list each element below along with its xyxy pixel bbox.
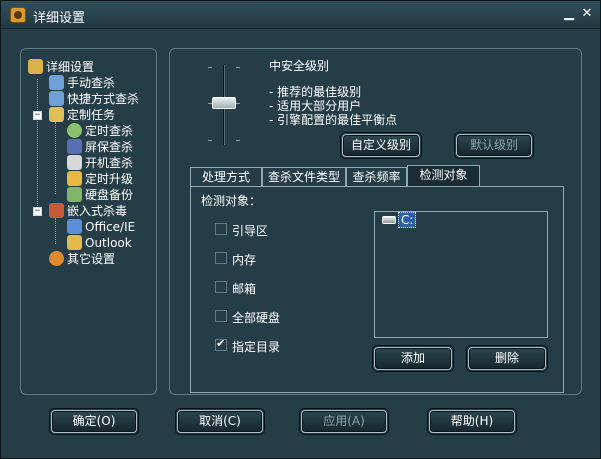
tab-scan-frequency[interactable]: 查杀频率 — [346, 167, 407, 187]
tree-item-office-ie[interactable]: Office/IE — [67, 219, 135, 235]
embedded-scan-icon — [49, 203, 64, 218]
clock-scan-icon — [67, 123, 82, 138]
tree-item-timed-scan[interactable]: 定时查杀 — [67, 123, 133, 139]
specified-directory-checkbox[interactable] — [215, 337, 227, 351]
tab-scan-file-types[interactable]: 查杀文件类型 — [262, 167, 346, 187]
tab-detection-target[interactable]: 检测对象 — [407, 165, 480, 186]
tree-item-disk-backup[interactable]: 硬盘备份 — [67, 187, 133, 203]
window-title: 详细设置 — [33, 11, 86, 26]
collapse-scheduled-tasks-icon[interactable]: − — [33, 111, 42, 120]
tree-item-root[interactable]: 详细设置 — [28, 59, 94, 75]
security-level-line: - 推荐的最佳级别 — [269, 85, 362, 99]
custom-level-button[interactable]: 自定义级别 — [342, 134, 420, 157]
collapse-embedded-scan-icon[interactable]: − — [33, 207, 42, 216]
outlook-icon — [67, 235, 82, 250]
tree-line — [37, 79, 38, 214]
tree-item-outlook[interactable]: Outlook — [67, 235, 132, 251]
security-level-line: - 适用大部分用户 — [269, 99, 362, 113]
directory-list[interactable] — [374, 211, 548, 338]
specified-directory-label[interactable]: 指定目录 — [232, 338, 280, 355]
tree-item-screensaver-scan[interactable]: 屏保查杀 — [67, 139, 133, 155]
upgrade-icon — [67, 171, 82, 186]
slider-tick — [208, 140, 212, 141]
security-level-slider-thumb[interactable] — [212, 97, 236, 109]
mailbox-checkbox[interactable] — [215, 281, 227, 293]
disk-backup-icon — [67, 187, 82, 202]
tree-item-embedded-scan[interactable]: 嵌入式杀毒 — [49, 203, 127, 219]
apply-button[interactable]: 应用(A) — [301, 410, 387, 433]
close-icon[interactable]: ✕ — [579, 6, 595, 22]
cancel-button[interactable]: 取消(C) — [177, 410, 263, 433]
slider-tick — [236, 103, 240, 104]
office-ie-icon — [67, 219, 82, 234]
directory-list-item[interactable]: C: — [398, 212, 417, 228]
user-scan-icon — [49, 75, 64, 90]
monitor-icon — [67, 139, 82, 154]
slider-tick — [236, 67, 240, 68]
all-disks-checkbox[interactable] — [215, 310, 227, 322]
security-level-line: - 引擎配置的最佳平衡点 — [269, 113, 398, 127]
app-logo-icon — [10, 7, 26, 23]
windows-startup-icon — [67, 155, 82, 170]
all-disks-label[interactable]: 全部硬盘 — [232, 309, 280, 326]
minimize-icon[interactable]: ▁ — [561, 6, 577, 22]
tree-item-timed-upgrade[interactable]: 定时升级 — [67, 171, 133, 187]
user-shortcut-icon — [49, 91, 64, 106]
mailbox-label[interactable]: 邮箱 — [232, 280, 256, 297]
tree-item-other-settings[interactable]: 其它设置 — [49, 251, 115, 267]
drive-icon — [382, 216, 396, 224]
ok-button[interactable]: 确定(O) — [51, 410, 137, 433]
tree-item-shortcut-scan[interactable]: 快捷方式查杀 — [49, 91, 139, 107]
default-level-button[interactable]: 默认级别 — [456, 134, 532, 157]
boot-sector-label[interactable]: 引导区 — [232, 222, 268, 239]
help-button[interactable]: 帮助(H) — [429, 410, 515, 433]
tree-item-scheduled-tasks[interactable]: 定制任务 — [49, 107, 115, 123]
delete-directory-button[interactable]: 删除 — [468, 347, 546, 370]
task-folder-icon — [49, 107, 64, 122]
settings-icon — [28, 59, 43, 74]
tab-processing-method[interactable]: 处理方式 — [190, 167, 262, 187]
settings-window: 详细设置 ▁ ✕ 详细设置 手动查杀 快捷方式查杀 − 定制任务 定时查杀 屏保… — [0, 0, 601, 459]
memory-label[interactable]: 内存 — [232, 251, 256, 268]
security-level-title: 中安全级别 — [269, 59, 330, 73]
memory-checkbox[interactable] — [215, 252, 227, 264]
add-directory-button[interactable]: 添加 — [374, 347, 452, 370]
title-bar[interactable]: 详细设置 ▁ ✕ — [1, 1, 600, 29]
boot-sector-checkbox[interactable] — [215, 223, 227, 235]
tree-item-startup-scan[interactable]: 开机查杀 — [67, 155, 133, 171]
tree-line — [55, 122, 56, 194]
slider-tick — [236, 140, 240, 141]
tree-item-manual-scan[interactable]: 手动查杀 — [49, 75, 115, 91]
tree-line — [55, 218, 56, 244]
other-settings-icon — [49, 251, 64, 266]
detection-target-label: 检测对象： — [201, 194, 262, 208]
slider-tick — [208, 67, 212, 68]
